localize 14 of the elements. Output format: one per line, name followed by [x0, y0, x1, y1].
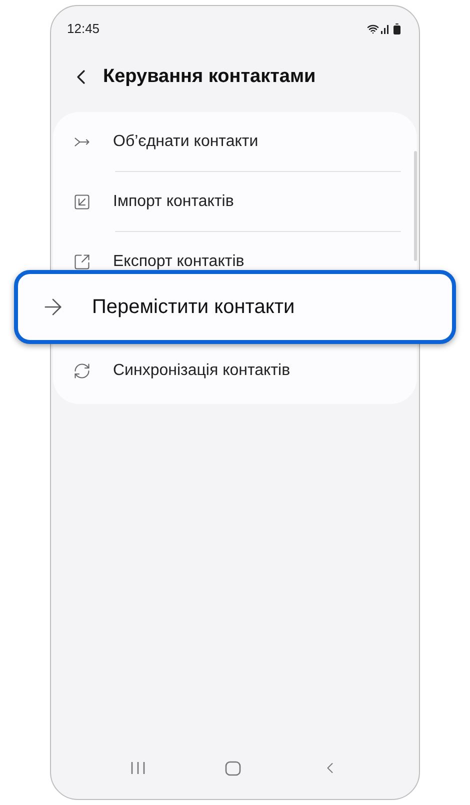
export-icon [73, 252, 91, 270]
signal-icon [381, 24, 389, 34]
menu-item[interactable]: Синхронізація контактів [53, 344, 417, 398]
menu-item[interactable]: Об’єднати контакти [53, 112, 417, 171]
status-time: 12:45 [67, 20, 100, 38]
recent-apps-icon[interactable] [131, 762, 145, 774]
wifi-icon [367, 23, 379, 35]
page-title: Керування контактами [103, 64, 316, 89]
sync-icon [73, 362, 91, 380]
battery-icon [391, 23, 403, 35]
menu-item[interactable]: Імпорт контактів [53, 172, 417, 231]
import-icon [73, 192, 91, 210]
home-icon[interactable] [225, 760, 241, 776]
menu-item[interactable]: Перемістити контакти [14, 270, 456, 344]
